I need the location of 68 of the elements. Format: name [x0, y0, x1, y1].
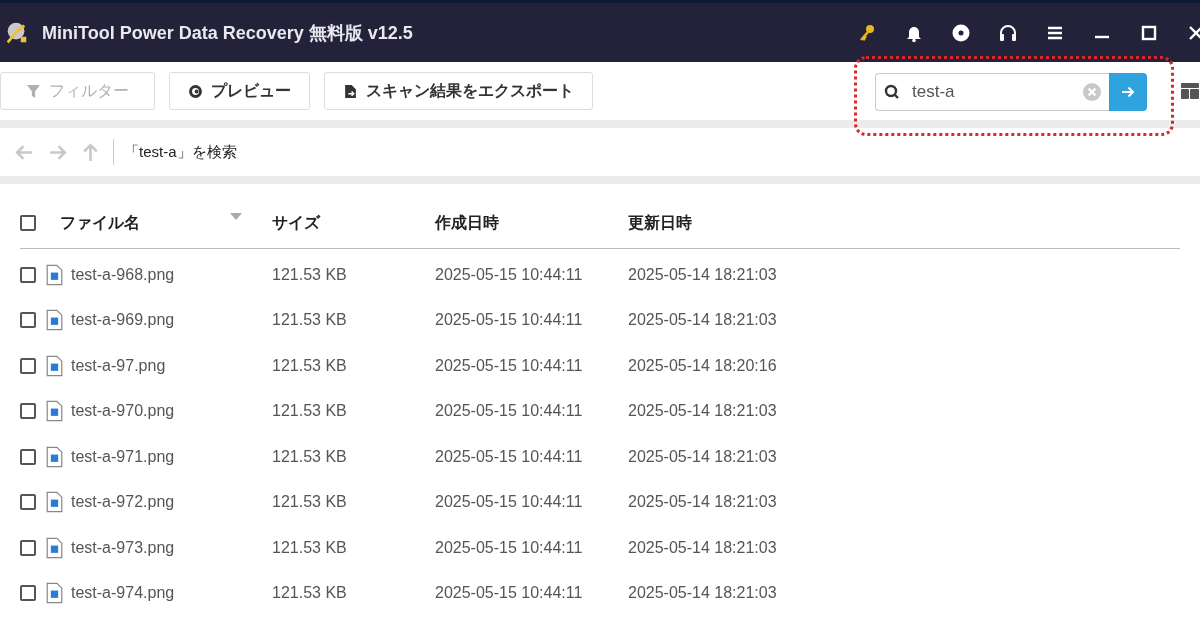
row-checkbox[interactable]	[20, 403, 36, 420]
image-file-icon	[46, 445, 63, 468]
modified-cell: 2025-05-14 18:21:03	[628, 584, 777, 602]
modified-cell: 2025-05-14 18:20:16	[628, 356, 777, 374]
select-all-checkbox[interactable]	[20, 215, 36, 231]
search-icon	[884, 84, 900, 100]
size-cell: 121.53 KB	[272, 356, 347, 374]
size-cell: 121.53 KB	[272, 311, 347, 329]
row-checkbox[interactable]	[20, 494, 36, 511]
file-name-cell: test-a-969.png	[71, 311, 175, 330]
size-cell: 121.53 KB	[272, 584, 347, 602]
window-title: MiniTool Power Data Recovery 無料版 v12.5	[42, 21, 413, 45]
search-bar[interactable]: test-a	[875, 73, 1109, 111]
image-file-icon	[46, 400, 63, 423]
created-cell: 2025-05-15 10:44:11	[435, 311, 583, 329]
size-cell: 121.53 KB	[272, 402, 347, 420]
column-header[interactable]: ファイル名	[60, 212, 140, 234]
image-file-icon	[46, 582, 63, 605]
eye-icon	[188, 83, 203, 99]
created-cell: 2025-05-15 10:44:11	[435, 265, 583, 283]
created-cell: 2025-05-15 10:44:11	[435, 538, 583, 556]
row-checkbox[interactable]	[20, 312, 36, 329]
image-file-icon	[46, 309, 63, 332]
size-cell: 121.53 KB	[272, 493, 347, 511]
row-checkbox[interactable]	[20, 539, 36, 556]
file-name-cell: test-a-968.png	[71, 265, 175, 284]
row-checkbox[interactable]	[20, 585, 36, 602]
modified-cell: 2025-05-14 18:21:03	[628, 538, 777, 556]
file-name-cell: test-a-97.png	[71, 356, 166, 375]
size-cell: 121.53 KB	[272, 265, 347, 283]
row-checkbox[interactable]	[20, 266, 36, 283]
modified-cell: 2025-05-14 18:21:03	[628, 265, 777, 283]
modified-cell: 2025-05-14 18:21:03	[628, 402, 777, 420]
file-name-cell: test-a-971.png	[71, 447, 175, 466]
image-file-icon	[46, 263, 63, 286]
modified-cell: 2025-05-14 18:21:03	[628, 493, 777, 511]
key-icon[interactable]	[857, 22, 877, 43]
file-name-cell: test-a-972.png	[71, 493, 175, 512]
image-file-icon	[46, 536, 63, 559]
created-cell: 2025-05-15 10:44:11	[435, 402, 583, 420]
headset-icon[interactable]	[998, 22, 1018, 43]
search-go-button[interactable]	[1109, 73, 1147, 111]
preview-button[interactable]: プレビュー	[169, 72, 310, 110]
created-cell: 2025-05-15 10:44:11	[435, 493, 583, 511]
layout-icon[interactable]	[1180, 81, 1200, 101]
row-checkbox[interactable]	[20, 448, 36, 465]
disc-icon[interactable]	[951, 22, 971, 43]
row-checkbox[interactable]	[20, 357, 36, 374]
file-name-cell: test-a-974.png	[71, 584, 175, 603]
size-cell: 121.53 KB	[272, 447, 347, 465]
file-name-cell: test-a-970.png	[71, 402, 175, 421]
size-cell: 121.53 KB	[272, 538, 347, 556]
created-cell: 2025-05-15 10:44:11	[435, 584, 583, 602]
document-export-icon	[343, 83, 358, 99]
arrow-right-icon	[1120, 84, 1136, 100]
search-path: 「test-a」を検索	[124, 142, 237, 162]
image-file-icon	[46, 491, 63, 514]
file-name-cell: test-a-973.png	[71, 538, 175, 557]
export-button[interactable]: スキャン結果をエクスポート	[324, 72, 593, 110]
created-cell: 2025-05-15 10:44:11	[435, 447, 583, 465]
column-header[interactable]: 更新日時	[628, 213, 692, 231]
filter-icon	[26, 83, 41, 99]
created-cell: 2025-05-15 10:44:11	[435, 356, 583, 374]
modified-cell: 2025-05-14 18:21:03	[628, 311, 777, 329]
column-header[interactable]: サイズ	[272, 213, 320, 231]
image-file-icon	[46, 354, 63, 377]
modified-cell: 2025-05-14 18:21:03	[628, 447, 777, 465]
column-header[interactable]: 作成日時	[435, 213, 499, 231]
